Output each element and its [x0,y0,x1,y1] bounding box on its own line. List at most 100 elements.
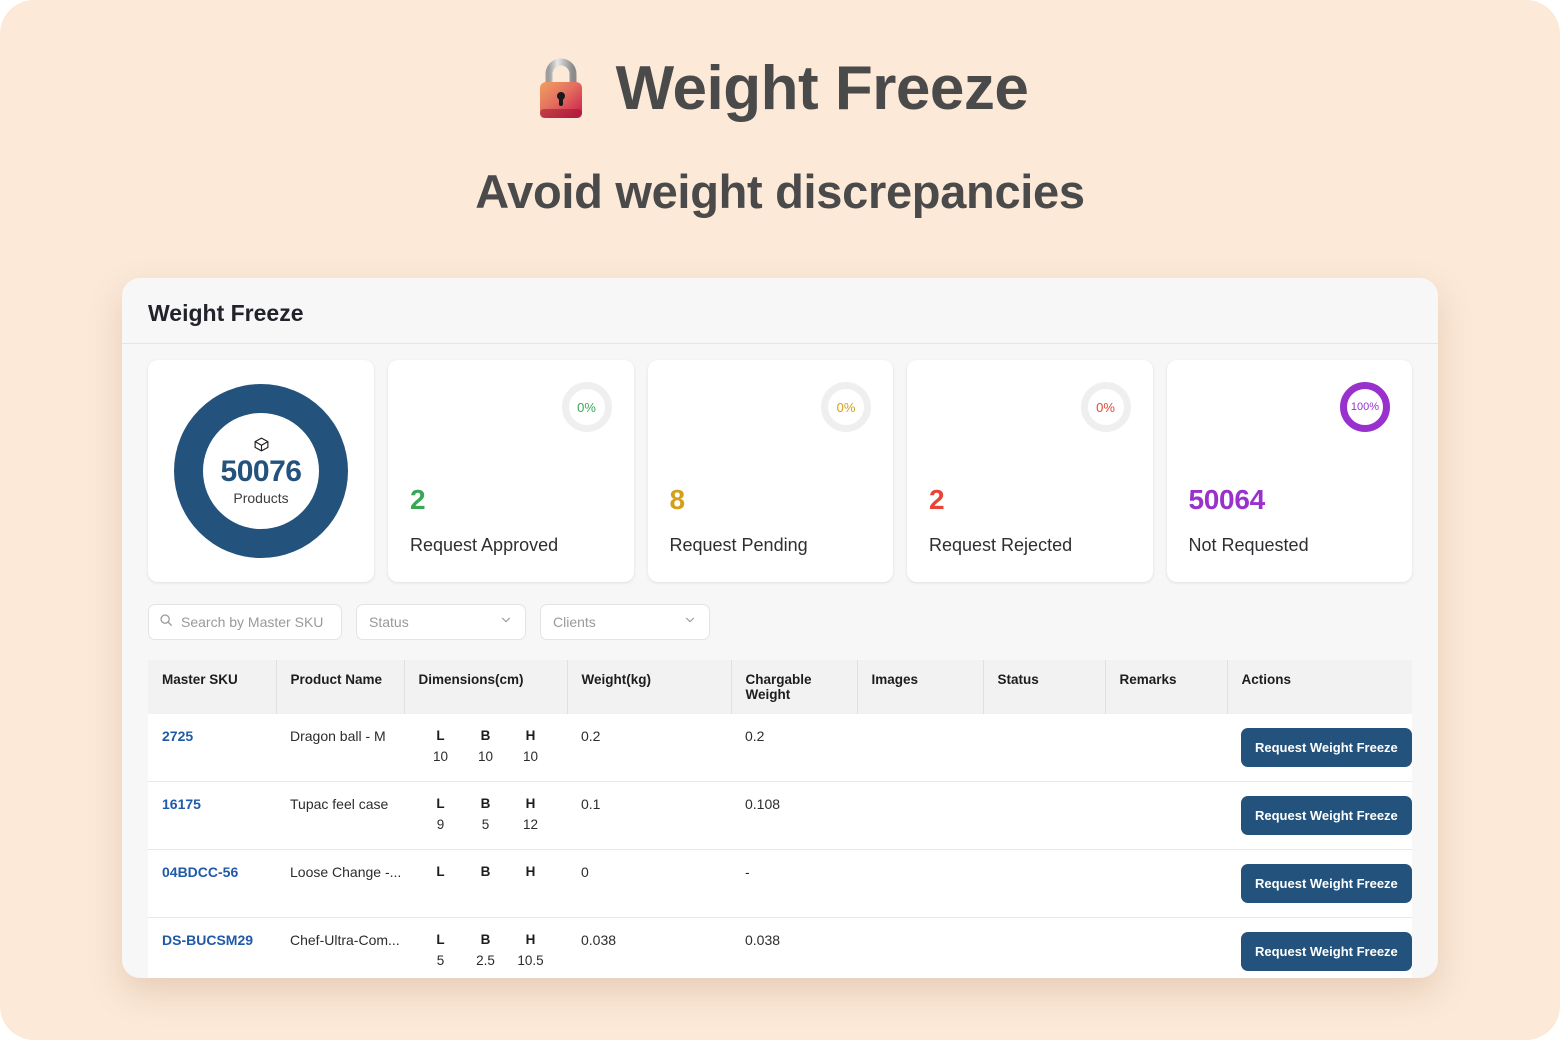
cell-product-name: Tupac feel case [290,796,389,812]
column-header-weight: Weight(kg) [567,660,732,714]
column-header-chargable-weight: Chargable Weight [731,660,858,714]
hero-section: Weight Freeze Avoid weight discrepancies [0,0,1560,219]
not-requested-label: Not Requested [1188,535,1309,555]
stat-cards: 50076 Products 0% 2 Request Approved 0% [148,360,1412,582]
column-header-actions: Actions [1227,660,1412,714]
status-filter-label: Status [369,614,409,630]
dim-value-h: 10 [522,749,539,764]
pending-percent: 0% [836,399,856,415]
cell-dimensions: L 9 B 5 H 12 [418,796,567,832]
dim-key-b: B [480,796,491,811]
rejected-label: Request Rejected [929,535,1073,555]
rejected-percent: 0% [1096,399,1115,415]
cell-master-sku[interactable]: 04BDCC-56 [162,864,238,880]
dim-value-b: 5 [481,817,490,832]
products-donut-chart: 50076 Products [174,384,348,558]
column-header-images: Images [857,660,984,714]
not-requested-percent: 100% [1350,401,1380,413]
dim-key-h: H [525,796,536,811]
cell-product-name: Chef-Ultra-Com... [290,932,400,948]
dim-key-h: H [525,864,536,879]
table-header-row: Master SKU Product Name Dimensions(cm) W… [148,660,1412,714]
dim-value-l: 10 [432,749,449,764]
dim-key-l: L [436,728,445,743]
pending-label: Request Pending [669,535,808,555]
app-panel: Weight Freeze 50076 Products 0% 2 Reques… [122,278,1438,978]
dim-key-h: H [525,728,536,743]
lock-icon [532,54,590,124]
products-label: Products [233,490,289,506]
table-row: 2725 Dragon ball - M L 10 B 10 H 10 0.2 0.2 [148,714,1412,782]
rejected-percent-ring: 0% [1080,382,1131,432]
dim-value-h: 10.5 [517,953,544,968]
search-icon [159,613,173,632]
stat-card-pending: 0% 8 Request Pending [647,360,893,582]
page-subtitle: Avoid weight discrepancies [475,165,1085,218]
pending-count: 8 [669,484,686,515]
approved-percent-ring: 0% [561,382,612,432]
rejected-count: 2 [929,484,945,515]
table-header: Master SKU Product Name Dimensions(cm) W… [148,660,1412,714]
table-row: 04BDCC-56 Loose Change -... L B H 0 - Re… [148,849,1412,918]
chevron-down-icon [499,613,513,632]
dim-value-l: 5 [436,953,445,968]
cell-dimensions: L B H [418,864,567,885]
cell-chargable-weight: 0.2 [745,728,765,744]
stat-card-products: 50076 Products [148,360,374,582]
donut-center: 50076 Products [203,413,319,529]
table-row: DS-BUCSM29 Chef-Ultra-Com... L 5 B 2.5 H 10… [148,917,1412,978]
page-root: Weight Freeze Avoid weight discrepancies… [0,0,1560,1040]
column-header-dimensions: Dimensions(cm) [404,660,568,714]
dim-key-b: B [480,728,491,743]
dim-value-h: 12 [522,817,539,832]
not-requested-count: 50064 [1188,484,1266,515]
cell-chargable-weight: - [745,864,750,880]
request-weight-freeze-button[interactable]: Request Weight Freeze [1241,864,1412,903]
approved-count: 2 [410,484,426,515]
column-header-status: Status [983,660,1106,714]
search-input[interactable]: Search by Master SKU [148,604,342,640]
dim-value-b: 10 [477,749,494,764]
pending-percent-ring: 0% [821,382,871,432]
table-row: 16175 Tupac feel case L9 B5 H 12 0.1 0.10 [148,781,1412,850]
dim-value-l: 9 [436,817,445,832]
request-weight-freeze-button[interactable]: Request Weight Freeze [1241,796,1412,835]
stat-card-not-requested: 100% 50064 Not Requested [1166,360,1412,582]
stat-card-approved: 0% 2 Request Approved [388,360,634,582]
dim-key-l: L [436,864,445,879]
column-header-remarks: Remarks [1105,660,1228,714]
cell-chargable-weight: 0.108 [745,796,781,812]
approved-percent: 0% [577,399,596,415]
cell-master-sku[interactable]: DS-BUCSM29 [162,932,253,948]
request-weight-freeze-button[interactable]: Request Weight Freeze [1241,932,1412,971]
filter-bar: Search by Master SKU Status Clients [148,604,1412,640]
products-count: 50076 [220,455,302,488]
cell-product-name: Loose Change -... [290,864,402,880]
hero-title-row: Weight Freeze [0,54,1560,124]
request-weight-freeze-button[interactable]: Request Weight Freeze [1241,728,1412,767]
column-header-master-sku: Master SKU [148,660,277,714]
approved-label: Request Approved [410,535,559,555]
panel-title: Weight Freeze [148,300,304,326]
panel-body: 50076 Products 0% 2 Request Approved 0% [122,344,1438,978]
products-table: Master SKU Product Name Dimensions(cm) W… [148,660,1412,978]
stat-card-rejected: 0% 2 Request Rejected [907,360,1153,582]
dim-key-l: L [436,932,445,947]
search-placeholder: Search by Master SKU [181,614,324,630]
cell-dimensions: L 5 B 2.5 H 10.5 [418,932,567,968]
cell-weight: 0.2 [581,728,601,744]
cell-weight: 0.1 [581,796,601,812]
cell-master-sku[interactable]: 16175 [162,796,201,812]
clients-filter-select[interactable]: Clients [540,604,710,640]
page-title: Weight Freeze [615,54,1029,123]
panel-header: Weight Freeze [122,278,1438,344]
cell-dimensions: L 10 B 10 H 10 [418,728,567,764]
cell-product-name: Dragon ball - M [290,728,386,744]
status-filter-select[interactable]: Status [356,604,526,640]
package-icon [253,436,270,453]
cell-chargable-weight: 0.038 [745,932,781,948]
chevron-down-icon [683,613,697,632]
not-requested-percent-ring: 100% [1340,382,1390,432]
cell-master-sku[interactable]: 2725 [162,728,193,744]
dim-key-b: B [480,932,491,947]
